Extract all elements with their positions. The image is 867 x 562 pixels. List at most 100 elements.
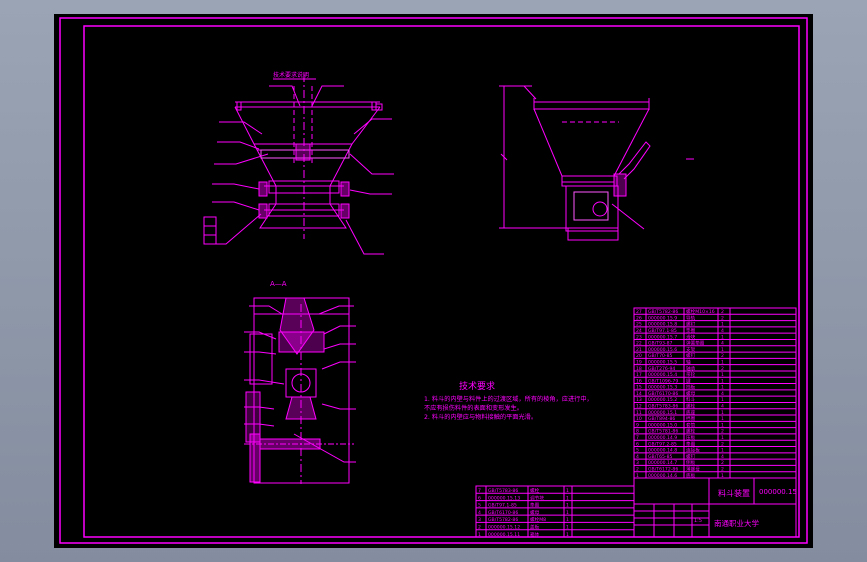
parts-list-name: 键 [686, 377, 691, 384]
parts-list-no: 15 [636, 385, 642, 391]
tech-requirements-title: 技术要求 [459, 380, 495, 392]
parts-list-no: 26 [636, 315, 642, 321]
parts-list-no: 24 [636, 328, 642, 334]
bottom-list-no: 6 [478, 495, 481, 501]
drawing-scale: 1:5 [694, 518, 702, 524]
bottom-list-qty: 1 [566, 525, 569, 531]
parts-list-name: 底板 [686, 472, 696, 479]
drawing-number: 000000.15 [759, 488, 797, 496]
parts-list-code: 000000.15.6 [648, 347, 677, 353]
parts-list-code: 000000.14.8 [648, 448, 677, 454]
bottom-list-name: 螺栓 [530, 487, 540, 494]
parts-list-code: 000000.15.3 [648, 385, 677, 391]
parts-list-code: GB/T5783-86 [648, 404, 678, 410]
parts-list-name: 螺钉 [686, 321, 696, 328]
parts-list-name: 料斗 [686, 396, 696, 403]
cad-viewport[interactable]: 技术要求说明 A—A 技术要求 1. 料斗的内壁与料件上的过渡区域，所有的棱角，… [54, 14, 813, 548]
parts-list-code: 000000.15.7 [648, 334, 677, 340]
parts-list-qty: 1 [721, 397, 724, 403]
parts-list-no: 21 [636, 347, 642, 353]
parts-list-qty: 2 [721, 315, 724, 321]
parts-list-qty: 1 [721, 448, 724, 454]
parts-list-code: GB/T894-86 [648, 416, 675, 422]
bottom-list-name: 盖板 [530, 524, 540, 531]
parts-list-name: 螺钉 [686, 453, 696, 460]
parts-list-no: 22 [636, 341, 642, 347]
parts-list-name: 弹簧垫圈 [686, 340, 705, 347]
parts-list-code: GB/T65-85 [648, 454, 672, 460]
parts-list-qty: 1 [721, 422, 724, 428]
parts-list-no: 7 [636, 435, 639, 441]
parts-list-qty: 2 [721, 441, 724, 447]
bottom-list-code: GB/T97.1-85 [488, 503, 517, 509]
parts-list-name: 轴 [686, 358, 691, 365]
parts-list-code: 000000.15.8 [648, 322, 677, 328]
parts-list-qty: 4 [721, 341, 724, 347]
parts-list-code: 000000.15.0 [648, 422, 677, 428]
parts-list-qty: 4 [721, 391, 724, 397]
bottom-list-no: 1 [478, 532, 481, 538]
parts-list-name: 侧板 [686, 459, 696, 466]
parts-list-no: 14 [636, 391, 642, 397]
front-view [203, 74, 394, 255]
parts-list-name: 挡板 [686, 384, 696, 391]
parts-list-code: 000000.15.1 [648, 410, 677, 416]
parts-list-name: 薄螺母 [686, 466, 700, 473]
bottom-list-name: 螺栓M8 [530, 516, 546, 523]
parts-list-qty: 1 [721, 322, 724, 328]
bottom-list-name: 调节块 [530, 494, 544, 501]
parts-list-no: 6 [636, 441, 639, 447]
parts-list-name: 连接板 [686, 447, 700, 454]
parts-list-name: 挡圈 [686, 415, 696, 422]
bottom-list-code: 000000.15.13 [488, 495, 520, 501]
parts-list-no: 20 [636, 353, 642, 359]
parts-list-qty: 2 [721, 366, 724, 372]
parts-list-code: GB/T5781-86 [648, 429, 678, 435]
parts-list-qty: 1 [721, 334, 724, 340]
parts-list-code: GB/T5782-86 [648, 309, 678, 315]
parts-list-qty: 2 [721, 467, 724, 473]
parts-list-code: 000000.15.2 [648, 397, 677, 403]
parts-list-qty: 2 [721, 353, 724, 359]
parts-list-name: 螺母 [686, 390, 696, 397]
parts-list-qty: 1 [721, 416, 724, 422]
section-label: A—A [270, 280, 287, 288]
bottom-list-qty: 1 [566, 532, 569, 538]
parts-list-qty: 1 [721, 378, 724, 384]
parts-list-code: GB/T70-85 [648, 353, 672, 359]
parts-list-no: 16 [636, 378, 642, 384]
top-note: 技术要求说明 [273, 71, 309, 79]
parts-list-no: 17 [636, 372, 642, 378]
bottom-list-name: 垫圈 [530, 502, 540, 509]
parts-list-no: 11 [636, 410, 642, 416]
parts-list-code: 000000.14.6 [648, 473, 677, 479]
parts-list-no: 5 [636, 448, 639, 454]
bottom-list-code: 000000.15.11 [488, 532, 520, 538]
parts-list-qty: 1 [721, 473, 724, 479]
parts-list-no: 12 [636, 404, 642, 410]
bottom-list-name: 螺母 [530, 509, 540, 516]
parts-list-qty: 1 [721, 435, 724, 441]
parts-list-no: 10 [636, 416, 642, 422]
bottom-list-qty: 1 [566, 517, 569, 523]
tech-requirements-line3: 2. 料斗的内壁应与物料接触的平面光滑。 [424, 413, 537, 421]
parts-list-name: 套筒 [686, 421, 696, 428]
bottom-list-no: 7 [478, 488, 481, 494]
parts-list-no: 19 [636, 359, 642, 365]
company-name: 南通职业大学 [714, 518, 759, 528]
parts-list-name: 轴承 [686, 365, 696, 372]
section-view [244, 297, 356, 484]
bottom-list-no: 4 [478, 510, 481, 516]
parts-list-code: GB/T93-87 [648, 341, 672, 347]
cad-drawing: 技术要求说明 A—A 技术要求 1. 料斗的内壁与料件上的过渡区域，所有的棱角，… [59, 17, 808, 544]
bottom-list-qty: 1 [566, 488, 569, 494]
parts-list-code: GB/T276-94 [648, 366, 675, 372]
parts-list-qty: 1 [721, 372, 724, 378]
tech-requirements-line1: 1. 料斗的内壁与料件上的过渡区域，所有的棱角，应进行中， [424, 395, 593, 403]
parts-list-name: 螺栓 [686, 403, 696, 410]
tech-requirements-line2: 不应有损伤料件的表面和变形发生。 [424, 404, 523, 412]
bottom-list-code: 000000.15.12 [488, 525, 520, 531]
parts-list-name: 螺栓 [686, 428, 696, 435]
parts-list-qty: 2 [721, 309, 724, 315]
parts-list-no: 8 [636, 429, 639, 435]
